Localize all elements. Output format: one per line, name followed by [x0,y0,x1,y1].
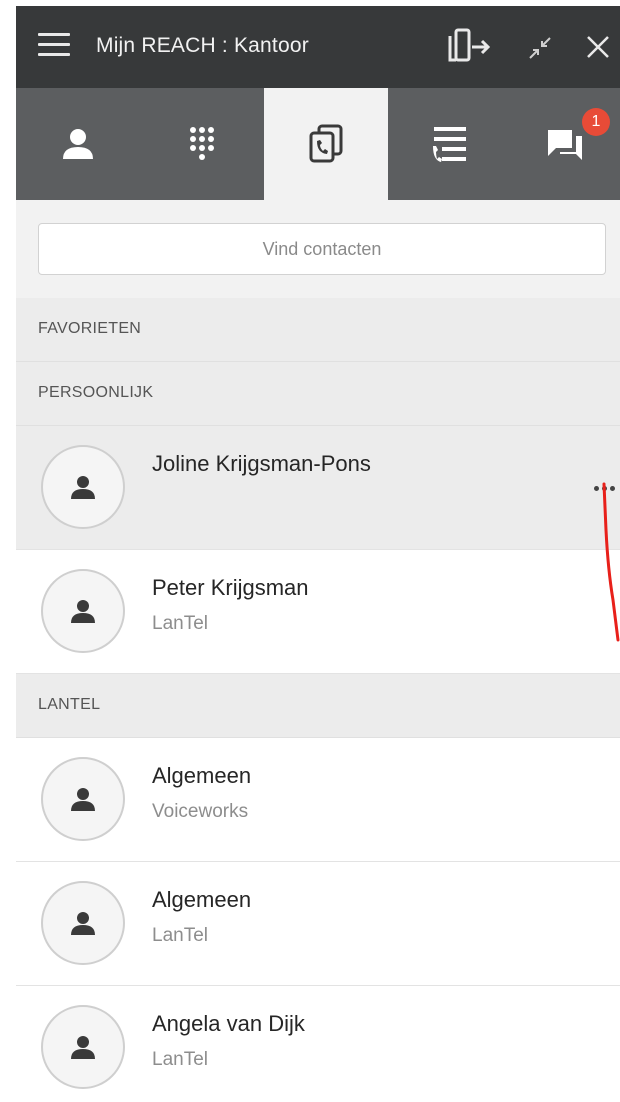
more-options-icon[interactable] [594,478,620,498]
contacts-phone-icon [309,124,343,163]
transfer-icon[interactable] [446,28,492,64]
person-icon [71,912,95,935]
avatar [41,445,125,529]
section-label: FAVORIETEN [38,320,142,337]
section-personal[interactable]: PERSOONLIJK [16,362,620,426]
avatar [41,1005,125,1089]
contact-name: Angela van Dijk [152,1011,305,1036]
section-label: LANTEL [38,696,101,713]
tab-dialpad[interactable] [140,88,264,200]
contact-company: LanTel [152,1049,208,1070]
section-lantel[interactable]: LANTEL [16,674,620,738]
contact-company: LanTel [152,613,208,634]
avatar [41,569,125,653]
minimize-icon[interactable] [528,36,552,60]
contact-name: Algemeen [152,763,252,788]
section-label: PERSOONLIJK [38,384,154,401]
person-icon [71,476,95,499]
call-history-icon [433,127,466,162]
chat-icon [548,130,582,160]
tab-bar: 1 [16,88,620,200]
menu-icon[interactable] [38,33,70,59]
avatar [41,757,125,841]
title-bar: Mijn REACH : Kantoor [16,6,620,88]
person-icon [71,600,95,623]
window-title: Mijn REACH : Kantoor [96,34,309,57]
section-favorites[interactable]: FAVORIETEN [16,298,620,362]
search-input[interactable] [38,223,606,275]
tab-call-history[interactable] [388,88,512,200]
contact-row[interactable]: Joline Krijgsman-Pons [16,426,620,550]
person-icon [71,1036,95,1059]
contact-name: Joline Krijgsman-Pons [152,451,371,476]
tab-profile[interactable] [16,88,140,200]
tab-contacts[interactable] [264,88,388,200]
contact-name: Peter Krijgsman [152,575,309,600]
dialpad-icon [190,127,214,160]
contact-row[interactable]: Algemeen Voiceworks [16,738,620,862]
contact-name: Algemeen [152,887,252,912]
contact-row[interactable]: Algemeen LanTel [16,862,620,986]
app-window: Mijn REACH : Kantoor 1 Vind contacten FA… [16,6,620,1102]
contact-row[interactable]: Peter Krijgsman LanTel [16,550,620,674]
unread-badge: 1 [582,108,610,136]
person-icon [63,129,93,159]
contact-row[interactable]: Angela van Dijk LanTel [16,986,620,1102]
avatar [41,881,125,965]
tab-chat[interactable] [512,88,620,200]
close-icon[interactable] [586,35,610,59]
search-area [16,200,620,298]
contact-company: LanTel [152,925,208,946]
contact-company: Voiceworks [152,801,249,822]
person-icon [71,788,95,811]
